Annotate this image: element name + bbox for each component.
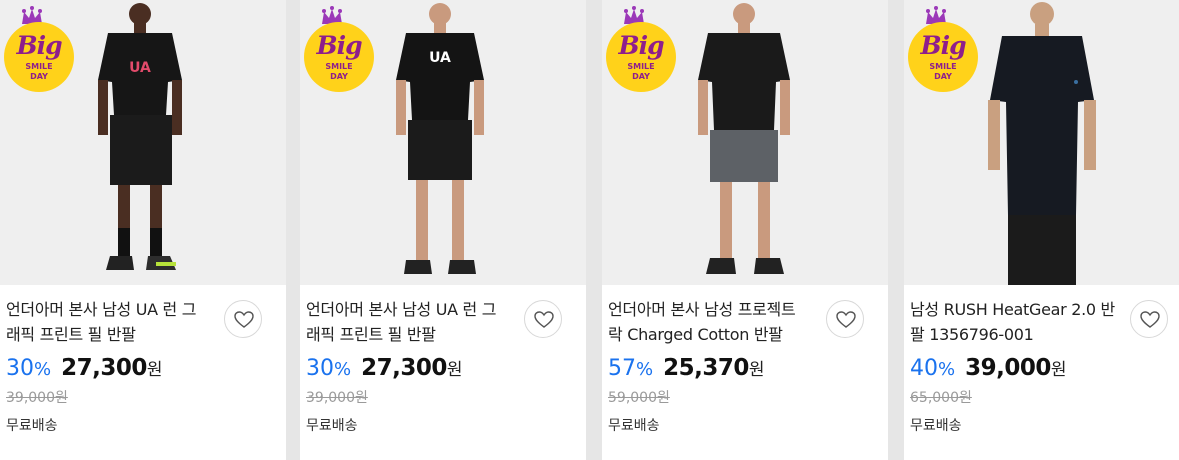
shipping-label: 무료배송 [608, 418, 660, 434]
heart-icon [234, 311, 254, 328]
product-image[interactable]: UA Big SMILE DAY [300, 0, 586, 285]
product-card[interactable]: UA Big SMILE DAY 언더아머 본사 남성 UA 런 그 래픽 프린트… [300, 0, 586, 460]
discount-rate: 57 [608, 356, 636, 381]
big-smile-day-badge: Big SMILE DAY [908, 6, 978, 92]
discount-rate: 30 [306, 356, 334, 381]
wishlist-button[interactable] [826, 300, 864, 338]
sale-price: 39,000 [965, 355, 1051, 381]
product-title[interactable]: 언더아머 본사 남성 UA 런 그 래픽 프린트 필 반팔 [306, 297, 516, 347]
wishlist-button[interactable] [1130, 300, 1168, 338]
product-title[interactable]: 남성 RUSH HeatGear 2.0 반 팔 1356796-001 [910, 297, 1120, 347]
product-card[interactable]: Big SMILE DAY 언더아머 본사 남성 프로젝트 락 Charged C… [602, 0, 888, 460]
model-photo: UA [98, 3, 182, 270]
model-photo: UA [396, 3, 484, 274]
sale-price: 27,300 [61, 355, 147, 381]
product-title[interactable]: 언더아머 본사 남성 프로젝트 락 Charged Cotton 반팔 [608, 297, 818, 347]
shirt-logo: UA [129, 60, 151, 76]
original-price: 39,000원 [306, 390, 368, 406]
price-row: 40% 39,000원 [910, 355, 1067, 381]
heart-icon [534, 311, 554, 328]
wishlist-button[interactable] [224, 300, 262, 338]
discount-rate: 30 [6, 356, 34, 381]
price-row: 30% 27,300원 [6, 355, 163, 381]
model-photo [988, 2, 1096, 285]
original-price: 59,000원 [608, 390, 670, 406]
sale-price: 27,300 [361, 355, 447, 381]
price-row: 57% 25,370원 [608, 355, 765, 381]
big-smile-day-badge: Big SMILE DAY [606, 6, 676, 92]
shipping-label: 무료배송 [306, 418, 358, 434]
original-price: 65,000원 [910, 390, 972, 406]
price-row: 30% 27,300원 [306, 355, 463, 381]
big-smile-day-badge: Big SMILE DAY [4, 6, 74, 92]
big-smile-day-badge: Big SMILE DAY [304, 6, 374, 92]
sale-price: 25,370 [663, 355, 749, 381]
product-image[interactable]: Big SMILE DAY [904, 0, 1179, 285]
heart-icon [1140, 311, 1160, 328]
wishlist-button[interactable] [524, 300, 562, 338]
product-image[interactable]: UA Big SMILE DAY [0, 0, 286, 285]
product-card[interactable]: Big SMILE DAY 남성 RUSH HeatGear 2.0 반 팔 13… [904, 0, 1179, 460]
shipping-label: 무료배송 [910, 418, 962, 434]
shipping-label: 무료배송 [6, 418, 58, 434]
product-title[interactable]: 언더아머 본사 남성 UA 런 그 래픽 프린트 필 반팔 [6, 297, 216, 347]
model-photo [698, 3, 790, 274]
heart-icon [836, 311, 856, 328]
original-price: 39,000원 [6, 390, 68, 406]
product-card[interactable]: UA Big SMILE DAY 언더아머 본사 남성 UA 런 그 래픽 프린트… [0, 0, 286, 460]
shirt-logo: UA [429, 50, 451, 66]
product-image[interactable]: Big SMILE DAY [602, 0, 888, 285]
discount-rate: 40 [910, 356, 938, 381]
